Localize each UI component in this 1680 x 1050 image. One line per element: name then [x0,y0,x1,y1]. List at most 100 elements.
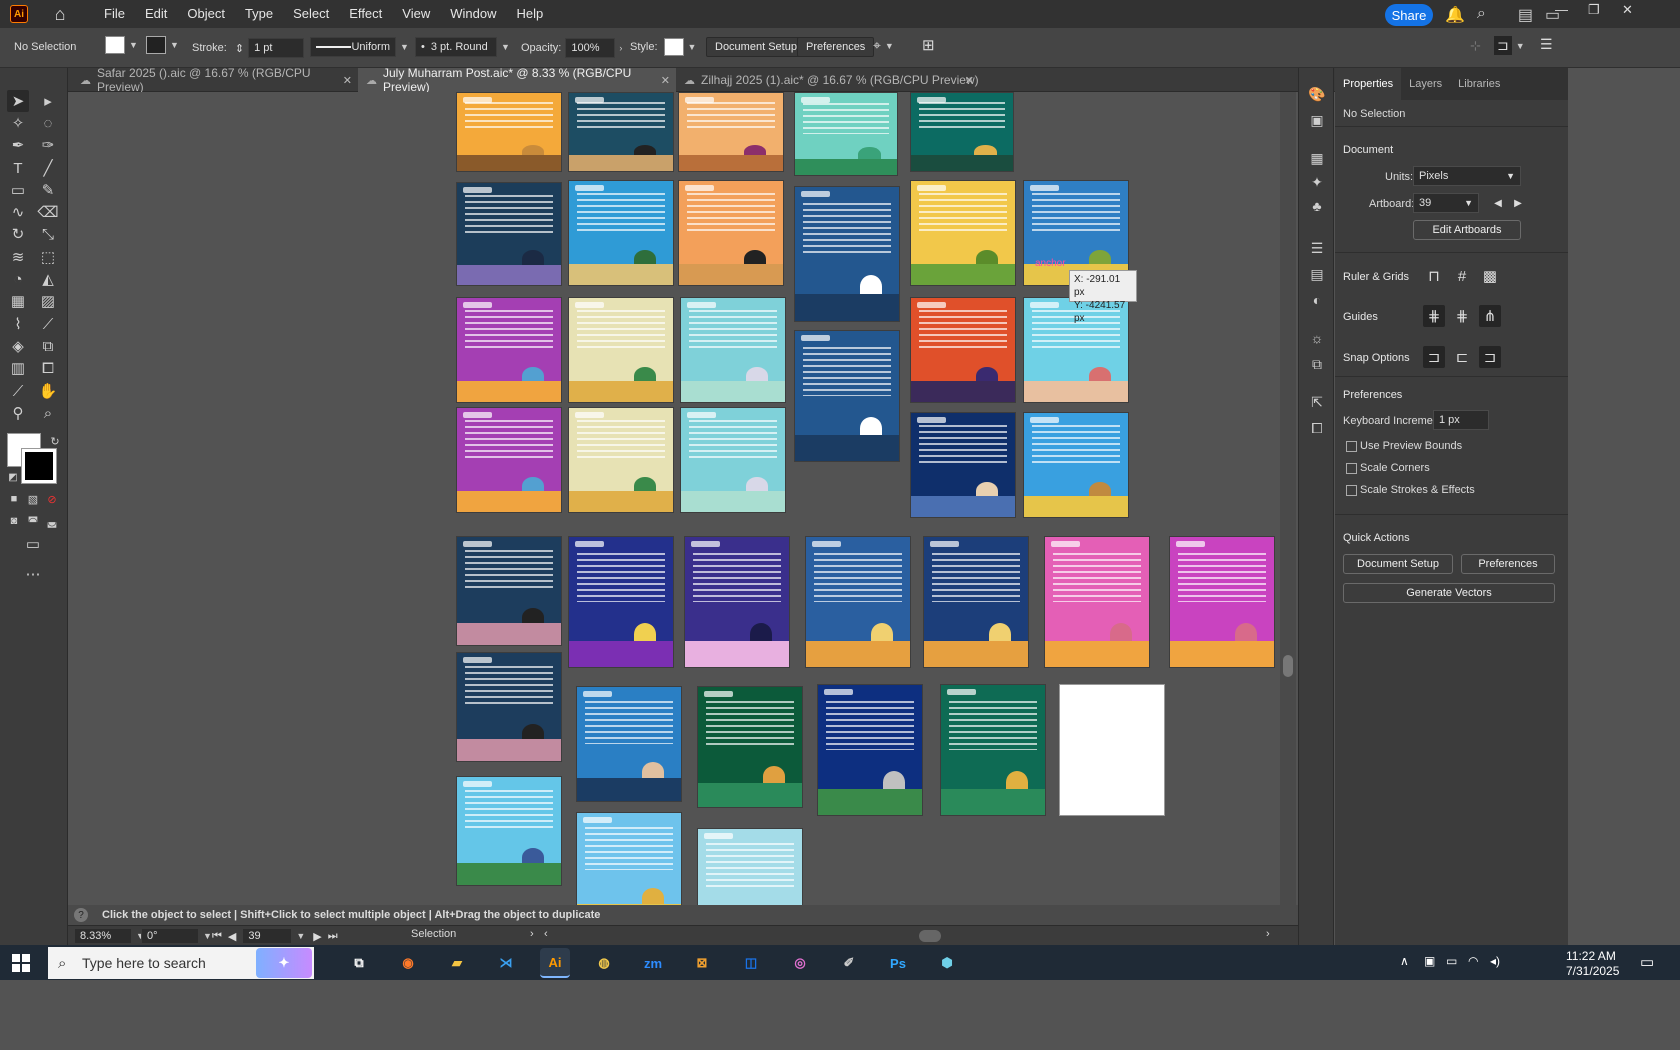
minimize-icon[interactable]: — [1555,2,1568,17]
menu-window[interactable]: Window [440,0,506,28]
quick-preferences-button[interactable]: Preferences [1461,554,1555,574]
graphic-styles-icon[interactable]: ⧉ [1307,354,1327,374]
first-artboard-icon[interactable]: ⏮ [212,930,222,943]
menu-view[interactable]: View [392,0,440,28]
scrollbar-thumb[interactable] [1283,655,1293,677]
tray-wifi-icon[interactable]: ◠ [1468,954,1478,968]
chrome-icon[interactable]: ◍ [589,948,619,978]
align-icon[interactable]: ⊹ [1470,38,1481,54]
snap-to-point-icon[interactable]: ⊐ [1423,346,1445,368]
artboard-thumbnail[interactable] [684,536,790,668]
close-icon[interactable]: ✕ [661,74,670,87]
scale-corners-checkbox[interactable] [1346,463,1357,474]
stroke-profile-select[interactable]: Uniform [310,37,396,57]
scroll-left-icon[interactable]: ‹ [544,928,548,940]
next-artboard-icon[interactable]: ▶ [1507,192,1529,214]
snap-icon[interactable]: ⊐ [1494,36,1512,55]
artboard-thumbnail[interactable] [1023,412,1129,518]
windows-start-icon[interactable] [12,954,30,972]
app-hex-icon[interactable]: ⬢ [932,948,962,978]
screen-mode-icon[interactable]: ▭ [22,533,44,555]
illustrator-taskbar-icon[interactable]: Ai [540,948,570,978]
eyedropper-icon[interactable]: ⌇ [7,313,29,335]
style-swatch[interactable] [663,38,684,56]
tab-properties[interactable]: Properties [1335,68,1402,100]
keyboard-increment-field[interactable]: 1 px [1433,410,1489,430]
live-paint-icon[interactable]: ⧉ [37,335,59,357]
artboard-thumbnail[interactable] [456,536,562,646]
slice-icon[interactable]: ⟋ [7,380,29,402]
artboard-thumbnail[interactable] [678,92,784,172]
photoshop-icon[interactable]: Ps [883,948,913,978]
brush-select[interactable]: • 3 pt. Round [415,37,497,57]
menu-file[interactable]: File [94,0,135,28]
artboard-thumbnail[interactable] [456,407,562,513]
shaper-icon[interactable]: ∿ [7,201,29,223]
tray-network-icon[interactable]: ▣ [1424,954,1435,968]
rotate-view-field[interactable]: 0° [141,928,199,944]
grid-icon[interactable]: # [1451,265,1473,287]
eraser-icon[interactable]: ⌫ [37,201,59,223]
appearance-panel-icon[interactable]: ☼ [1307,328,1327,348]
smart-guides-icon[interactable]: ⋔ [1479,305,1501,327]
artboard-thumbnail[interactable] [1169,536,1275,668]
puppet-warp-icon[interactable]: ⚲ [7,402,29,424]
vertical-scrollbar[interactable] [1280,92,1296,945]
artboard-thumbnail[interactable] [794,330,900,462]
rectangle-tool-icon[interactable]: ▭ [7,179,29,201]
zoom-icon[interactable]: ⌕ [37,402,59,424]
opacity-field[interactable]: 100% [565,38,616,58]
horizontal-scroll-thumb[interactable] [919,930,941,942]
units-select[interactable]: Pixels ▼ [1413,166,1521,186]
lasso-icon[interactable]: ◌ [37,112,59,134]
creative-cloud-icon[interactable]: ◎ [785,948,815,978]
artboard-thumbnail[interactable] [697,686,803,808]
artboard-thumbnail[interactable] [576,686,682,802]
transparency-grid-icon[interactable]: ▩ [1479,265,1501,287]
generate-vectors-button[interactable]: Generate Vectors [1343,583,1555,603]
free-transform-icon[interactable]: ⬚ [37,246,59,268]
zoom-app-icon[interactable]: zm [638,948,668,978]
close-icon[interactable]: ✕ [1622,2,1633,18]
artboard-thumbnail[interactable] [794,186,900,322]
chevron-right-icon[interactable]: › [619,43,622,53]
notifications-icon[interactable]: ▭ [1640,953,1654,971]
panel-menu-icon[interactable]: ☰ [1540,36,1553,53]
artboard-canvas[interactable] [68,92,1368,945]
scale-strokes-checkbox[interactable] [1346,485,1357,496]
chevron-down-icon[interactable]: ▼ [170,40,179,50]
home-icon[interactable]: ⌂ [50,4,70,24]
artboard-thumbnail[interactable] [940,684,1046,816]
line-tool-icon[interactable]: ╱ [37,157,59,179]
chevron-down-icon[interactable]: ▼ [129,40,138,50]
artboard-thumbnail[interactable] [456,182,562,286]
artboard-thumbnail[interactable] [805,536,911,668]
chevron-down-icon[interactable]: ▼ [296,931,305,941]
export-icon[interactable]: ⇱ [1307,392,1327,412]
stroke-weight-field[interactable]: 1 pt [248,38,305,58]
shape-builder-icon[interactable]: ◔ [7,268,29,290]
help-icon[interactable]: ? [74,908,88,922]
vscode-icon[interactable]: ⋊ [491,948,521,978]
mesh-icon[interactable]: ▦ [7,290,29,312]
artboard-thumbnail[interactable] [794,92,898,176]
previous-artboard-icon[interactable]: ◀ [1487,192,1509,214]
restore-icon[interactable]: ❐ [1588,2,1600,18]
artboard-thumbnail[interactable] [680,407,786,513]
artboard-thumbnail[interactable] [910,180,1016,286]
artboard-thumbnail[interactable] [568,180,674,286]
share-button[interactable]: Share [1385,4,1433,26]
tab-layers[interactable]: Layers [1401,68,1450,100]
chevron-down-icon[interactable]: ▼ [688,42,697,52]
stepper-icon[interactable]: ⇕ [235,42,244,55]
chevron-down-icon[interactable]: ▼ [501,42,510,52]
use-preview-bounds-checkbox[interactable] [1346,441,1357,452]
chevron-down-icon[interactable]: ▼ [203,931,212,941]
symbols-panel-icon[interactable]: ♣ [1307,196,1327,216]
lock-guides-icon[interactable]: ⋕ [1451,305,1473,327]
artboard-thumbnail[interactable] [456,652,562,762]
artboard-thumbnail[interactable] [568,536,674,668]
tab-july-muharram[interactable]: ☁ July Muharram Post.aic* @ 8.33 % (RGB/… [358,66,676,94]
transparency-panel-icon[interactable]: ◐ [1307,290,1327,310]
curvature-icon[interactable]: ✑ [37,134,59,156]
